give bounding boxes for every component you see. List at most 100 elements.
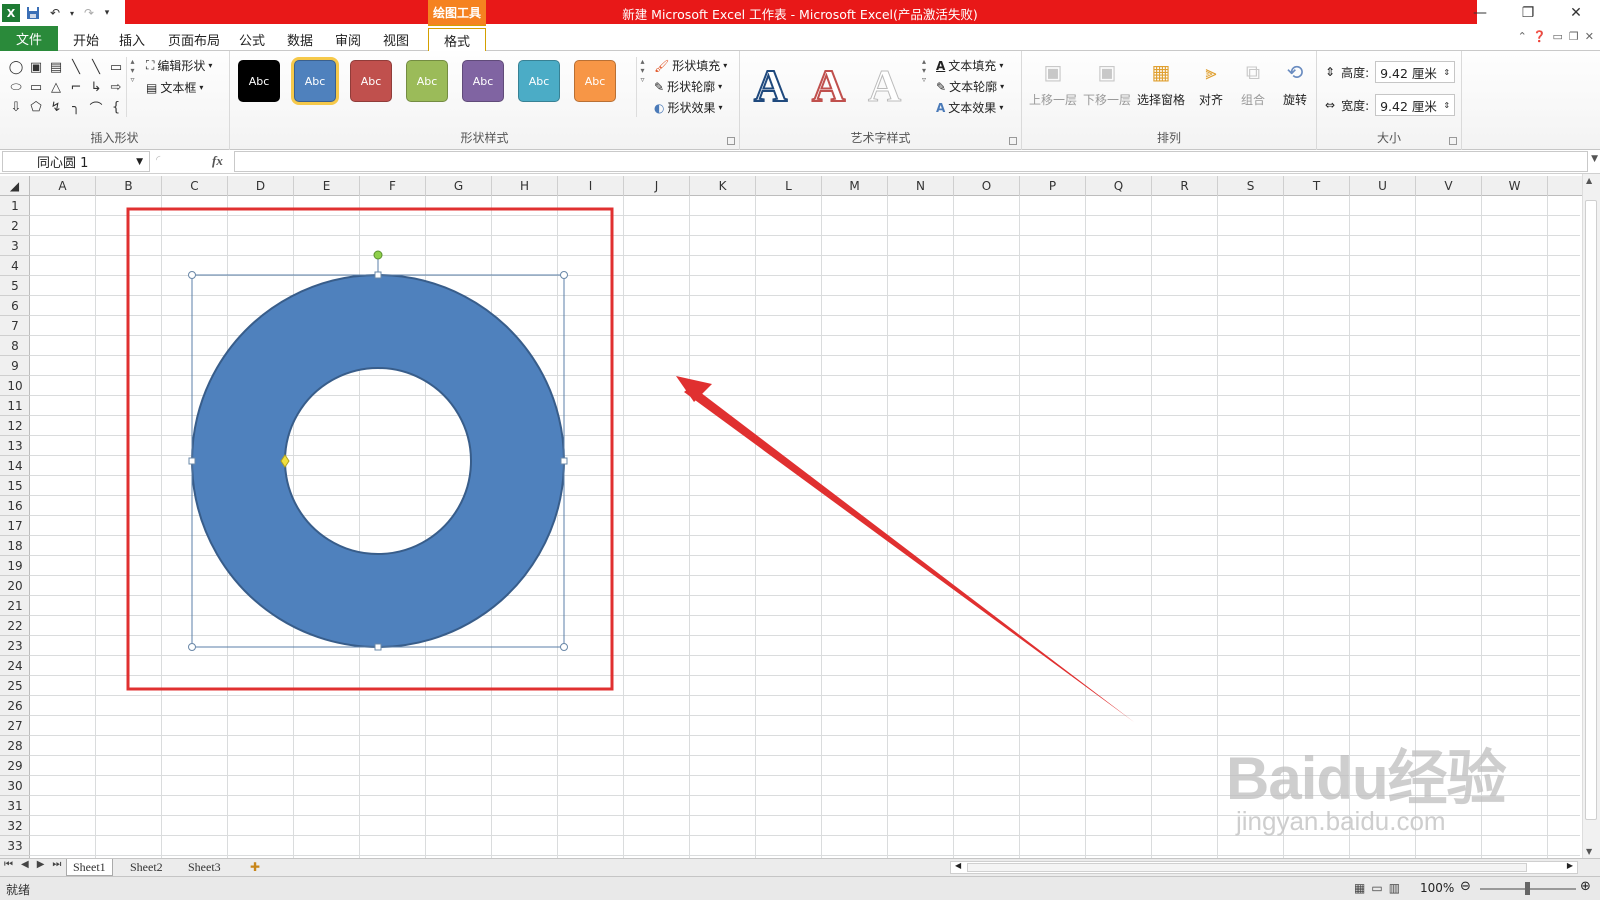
row-header[interactable]: 25 xyxy=(0,676,30,696)
style-gallery-scroll[interactable]: ▴ ▾ ▿ xyxy=(636,57,648,117)
row-header[interactable]: 31 xyxy=(0,796,30,816)
column-header[interactable]: I xyxy=(558,176,624,196)
shape-option-icon[interactable]: ╲ xyxy=(66,57,86,77)
column-header[interactable]: G xyxy=(426,176,492,196)
row-header[interactable]: 9 xyxy=(0,356,30,376)
text-outline-button[interactable]: ✎ 文本轮廓 ▾ xyxy=(936,78,1004,95)
shape-fill-button[interactable]: 🖌 形状填充 ▾ xyxy=(654,57,727,74)
workbook-restore-icon[interactable]: ❐ xyxy=(1569,30,1579,43)
page-break-view-icon[interactable]: ▥ xyxy=(1389,881,1400,895)
row-header[interactable]: 1 xyxy=(0,196,30,216)
formula-input[interactable] xyxy=(234,151,1588,172)
customize-qat-icon[interactable]: ▾ xyxy=(102,4,112,22)
shape-style-swatch[interactable]: Abc xyxy=(294,60,336,102)
text-effects-button[interactable]: A 文本效果 ▾ xyxy=(936,99,1003,116)
column-header[interactable]: J xyxy=(624,176,690,196)
selection-pane-button[interactable]: ▦ 选择窗格 xyxy=(1136,57,1186,108)
column-header[interactable]: T xyxy=(1284,176,1350,196)
column-header[interactable]: K xyxy=(690,176,756,196)
shapes-gallery[interactable]: ◯ ▣ ▤ ╲ ╲ ▭ ⬭ ▭ △ ⌐ ↳ ⇨ ⇩ ⬠ ↯ ╮ ⌒{ xyxy=(6,57,126,117)
column-header[interactable]: A xyxy=(30,176,96,196)
tab-home[interactable]: 开始 xyxy=(66,28,106,51)
shape-option-icon[interactable]: ⇨ xyxy=(106,77,126,97)
tab-format[interactable]: 格式 xyxy=(428,28,486,51)
height-input[interactable]: 9.42 厘米 ⇕ xyxy=(1375,61,1456,83)
scroll-left-icon[interactable]: ◀ xyxy=(955,861,961,870)
horizontal-scroll-thumb[interactable] xyxy=(967,863,1527,872)
column-header[interactable]: F xyxy=(360,176,426,196)
page-layout-view-icon[interactable]: ▭ xyxy=(1371,881,1382,895)
sheet-tab-3[interactable]: Sheet3 xyxy=(182,859,227,876)
tab-insert[interactable]: 插入 xyxy=(112,28,152,51)
workbook-close-icon[interactable]: ✕ xyxy=(1585,30,1594,43)
shape-style-swatch[interactable]: Abc xyxy=(350,60,392,102)
prev-sheet-icon[interactable]: ◀ xyxy=(21,859,29,870)
row-header[interactable]: 7 xyxy=(0,316,30,336)
vertical-scrollbar[interactable]: ▲ ▼ xyxy=(1582,174,1600,858)
row-header[interactable]: 4 xyxy=(0,256,30,276)
shape-style-swatch[interactable]: Abc xyxy=(518,60,560,102)
row-header[interactable]: 17 xyxy=(0,516,30,536)
shape-option-icon[interactable]: ▤ xyxy=(46,57,66,77)
shape-option-icon[interactable]: ↯ xyxy=(46,97,66,117)
zoom-slider-thumb[interactable] xyxy=(1525,882,1530,895)
row-header[interactable]: 16 xyxy=(0,496,30,516)
row-header[interactable]: 27 xyxy=(0,716,30,736)
row-header[interactable]: 19 xyxy=(0,556,30,576)
scroll-right-icon[interactable]: ▶ xyxy=(1567,861,1573,870)
column-header[interactable]: P xyxy=(1020,176,1086,196)
row-header[interactable]: 18 xyxy=(0,536,30,556)
row-header[interactable]: 15 xyxy=(0,476,30,496)
save-icon[interactable] xyxy=(24,4,42,22)
row-header[interactable]: 14 xyxy=(0,456,30,476)
row-header[interactable]: 12 xyxy=(0,416,30,436)
zoom-slider[interactable] xyxy=(1480,882,1576,895)
shapes-gallery-scroll[interactable]: ▴ ▾ ▿ xyxy=(126,57,138,117)
shape-outline-button[interactable]: ✎ 形状轮廓 ▾ xyxy=(654,78,722,95)
shape-option-icon[interactable]: ╮ xyxy=(66,97,86,117)
row-header[interactable]: 3 xyxy=(0,236,30,256)
undo-icon[interactable]: ↶ xyxy=(46,4,64,22)
last-sheet-icon[interactable]: ⏭ xyxy=(52,859,61,870)
shape-option-icon[interactable]: ▭ xyxy=(106,57,126,77)
shape-style-swatch[interactable]: Abc xyxy=(406,60,448,102)
insert-function-icon[interactable]: fx xyxy=(212,153,223,169)
column-header[interactable]: B xyxy=(96,176,162,196)
shape-option-icon[interactable]: ▭ xyxy=(26,77,46,97)
shape-option-icon[interactable]: ⌐ xyxy=(66,77,86,97)
sheet-tab-2[interactable]: Sheet2 xyxy=(124,859,169,876)
shape-option-icon[interactable]: △ xyxy=(46,77,66,97)
column-header[interactable]: N xyxy=(888,176,954,196)
row-header[interactable]: 26 xyxy=(0,696,30,716)
tab-file[interactable]: 文件 xyxy=(0,26,58,51)
send-backward-button[interactable]: ▣ 下移一层 xyxy=(1082,57,1132,108)
close-icon[interactable]: ✕ xyxy=(1552,0,1600,26)
shape-option-icon[interactable]: ⬠ xyxy=(26,97,46,117)
wordart-style-red[interactable]: A xyxy=(811,60,846,112)
tab-formulas[interactable]: 公式 xyxy=(232,28,272,51)
column-header[interactable]: W xyxy=(1482,176,1548,196)
shape-style-swatch[interactable]: Abc xyxy=(574,60,616,102)
width-input[interactable]: 9.42 厘米 ⇕ xyxy=(1375,94,1456,116)
horizontal-scrollbar[interactable]: ◀ ▶ xyxy=(950,861,1578,874)
shape-option-icon[interactable]: ⬭ xyxy=(6,77,26,97)
column-header[interactable]: Q xyxy=(1086,176,1152,196)
row-header[interactable]: 2 xyxy=(0,216,30,236)
column-header[interactable]: L xyxy=(756,176,822,196)
row-header[interactable]: 33 xyxy=(0,836,30,856)
column-header[interactable]: H xyxy=(492,176,558,196)
tab-review[interactable]: 审阅 xyxy=(328,28,368,51)
redo-icon[interactable]: ↷ xyxy=(80,4,98,22)
column-header[interactable]: R xyxy=(1152,176,1218,196)
minimize-icon[interactable]: — xyxy=(1456,0,1504,26)
tab-page-layout[interactable]: 页面布局 xyxy=(162,28,226,51)
shape-option-icon[interactable]: ↳ xyxy=(86,77,106,97)
row-header[interactable]: 10 xyxy=(0,376,30,396)
insert-sheet-icon[interactable]: ✚ xyxy=(244,859,266,876)
shape-option-icon[interactable]: ⇩ xyxy=(6,97,26,117)
shape-option-icon[interactable]: ⌒ xyxy=(86,97,106,117)
row-header[interactable]: 22 xyxy=(0,616,30,636)
zoom-out-icon[interactable]: ⊖ xyxy=(1460,879,1471,894)
sheet-tab-1[interactable]: Sheet1 xyxy=(66,859,113,876)
text-box-button[interactable]: ▤ 文本框 ▾ xyxy=(146,79,203,96)
